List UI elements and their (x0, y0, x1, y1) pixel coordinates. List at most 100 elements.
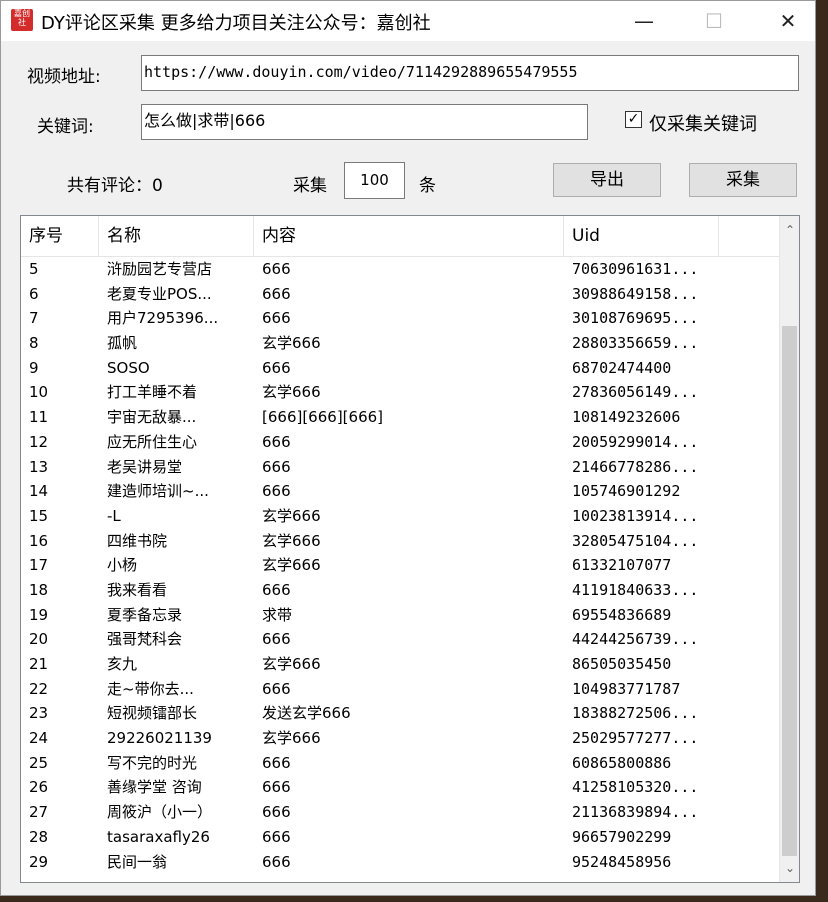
cell-name: 应无所住生心 (107, 432, 198, 451)
only-keyword-checkbox[interactable]: ✓ (625, 111, 642, 128)
cell-uid: 41258105320... (572, 778, 699, 797)
table-row[interactable]: 11 宇宙无敌暴... [666][666][666] 108149232606 (21, 405, 779, 430)
cell-name: -L (107, 506, 121, 525)
cell-name: 亥九 (107, 655, 138, 673)
cell-content: 玄学666 (262, 556, 321, 575)
cell-content: 666 (262, 580, 291, 599)
cell-uid: 96657902299 (572, 827, 672, 846)
cell-name: 浒励园艺专营店 (107, 260, 213, 278)
table-row[interactable]: 12 应无所住生心 666 20059299014... (21, 430, 779, 455)
scroll-down-icon[interactable]: ⌄ (780, 858, 799, 878)
scroll-thumb[interactable] (782, 326, 797, 856)
minimize-button[interactable]: — (621, 1, 667, 41)
table-row[interactable]: 16 四维书院 玄学666 32805475104... (21, 529, 779, 554)
collect-button[interactable]: 采集 (689, 163, 797, 197)
close-button[interactable]: ✕ (765, 1, 811, 41)
cell-name: 老吴讲易堂 (107, 457, 183, 476)
table-row[interactable]: 14 建造师培训~... 666 105746901292 (21, 479, 779, 504)
table-row[interactable]: 13 老吴讲易堂 666 21466778286... (21, 455, 779, 480)
table-row[interactable]: 5 浒励园艺专营店 666 70630961631... (21, 257, 779, 282)
cell-name: 走~带你去... (107, 679, 194, 698)
table-row[interactable]: 17 小杨 玄学666 61332107077 (21, 553, 779, 578)
cell-name: 小杨 (107, 556, 138, 575)
table-row[interactable]: 26 善缘学堂 咨询 666 41258105320... (21, 775, 779, 800)
cell-index: 17 (29, 556, 49, 575)
cell-name: 写不完的时光 (107, 753, 198, 772)
cell-index: 29 (29, 852, 49, 871)
cell-index: 24 (29, 729, 49, 748)
comments-table[interactable]: 序号 名称 内容 Uid 5 浒励园艺专营店 666 70630961631... 6 老… (20, 215, 800, 883)
title-bar[interactable]: 嘉创社 DY评论区采集 更多给力项目关注公众号：嘉创社 — ☐ ✕ (1, 1, 815, 41)
scroll-up-icon[interactable]: ⌃ (780, 220, 799, 240)
maximize-button[interactable]: ☐ (691, 1, 737, 41)
table-row[interactable]: 22 走~带你去... 666 104983771787 (21, 677, 779, 702)
table-row[interactable]: 8 孤帆 玄学666 28803356659... (21, 331, 779, 356)
video-url-input[interactable]: https://www.douyin.com/video/71142928896… (141, 55, 799, 91)
column-header-content[interactable]: 内容 (254, 216, 564, 256)
cell-index: 23 (29, 704, 49, 723)
cell-name: 宇宙无敌暴... (107, 408, 197, 427)
cell-content: 发送玄学666 (262, 704, 351, 723)
table-row[interactable]: 20 强哥梵科会 666 44244256739... (21, 627, 779, 652)
table-row[interactable]: 6 老夏专业POS... 666 30988649158... (21, 282, 779, 307)
export-button[interactable]: 导出 (553, 163, 661, 197)
total-comments-label: 共有评论：0 (67, 176, 163, 196)
cell-index: 25 (29, 753, 49, 772)
table-row[interactable]: 10 打工羊睡不着 玄学666 27836056149... (21, 380, 779, 405)
column-header-uid[interactable]: Uid (564, 216, 719, 256)
cell-index: 7 (29, 309, 39, 328)
cell-name: 夏季备忘录 (107, 605, 183, 624)
cell-content: 666 (262, 432, 291, 451)
cell-content: 666 (262, 827, 291, 846)
table-row[interactable]: 19 夏季备忘录 求带 69554836689 (21, 603, 779, 628)
cell-uid: 69554836689 (572, 605, 672, 624)
cell-name: 打工羊睡不着 (107, 383, 198, 402)
table-row[interactable]: 23 短视频镭部长 发送玄学666 18388272506... (21, 701, 779, 726)
cell-content: 玄学666 (262, 383, 321, 402)
window-title: DY评论区采集 更多给力项目关注公众号：嘉创社 (41, 13, 431, 34)
cell-index: 14 (29, 482, 49, 501)
cell-uid: 61332107077 (572, 556, 672, 575)
collect-count-input[interactable]: 100 (344, 162, 405, 199)
cell-name: 强哥梵科会 (107, 630, 183, 649)
only-keyword-label: 仅采集关键词 (649, 114, 757, 135)
cell-content: 666 (262, 284, 291, 303)
table-row[interactable]: 7 用户7295396... 666 30108769695... (21, 306, 779, 331)
cell-index: 26 (29, 778, 49, 797)
table-row[interactable]: 21 亥九 玄学666 86505035450 (21, 652, 779, 677)
cell-name: 用户7295396... (107, 309, 219, 328)
collect-suffix-label: 条 (419, 176, 436, 196)
cell-uid: 32805475104... (572, 531, 699, 550)
keyword-input[interactable]: 怎么做|求带|666 (141, 104, 588, 140)
cell-index: 11 (29, 408, 49, 427)
cell-index: 6 (29, 284, 39, 303)
cell-uid: 104983771787 (572, 679, 681, 698)
table-row[interactable]: 9 SOSO 666 68702474400 (21, 356, 779, 381)
cell-content: 666 (262, 457, 291, 476)
cell-uid: 60865800886 (572, 753, 672, 772)
table-row[interactable]: 18 我来看看 666 41191840633... (21, 578, 779, 603)
cell-name: 周筱沪（小一） (107, 803, 213, 822)
cell-content: 666 (262, 482, 291, 501)
cell-name: 短视频镭部长 (107, 704, 198, 723)
cell-index: 10 (29, 383, 49, 402)
cell-uid: 30988649158... (572, 284, 699, 303)
vertical-scrollbar[interactable]: ⌃ ⌄ (779, 216, 799, 882)
table-row[interactable]: 27 周筱沪（小一） 666 21136839894... (21, 800, 779, 825)
cell-uid: 18388272506... (572, 704, 699, 723)
table-body: 5 浒励园艺专营店 666 70630961631... 6 老夏专业POS... 666 3… (21, 257, 779, 874)
cell-uid: 25029577277... (572, 729, 699, 748)
table-row[interactable]: 15 -L 玄学666 10023813914... (21, 504, 779, 529)
table-row[interactable]: 25 写不完的时光 666 60865800886 (21, 751, 779, 776)
table-row[interactable]: 29 民间一翁 666 95248458956 (21, 850, 779, 875)
cell-content: 666 (262, 309, 291, 328)
cell-index: 12 (29, 432, 49, 451)
cell-content: 666 (262, 630, 291, 649)
cell-uid: 68702474400 (572, 358, 672, 377)
table-row[interactable]: 28 tasaraxafly26 666 96657902299 (21, 825, 779, 850)
column-header-index[interactable]: 序号 (21, 216, 99, 256)
cell-uid: 108149232606 (572, 408, 681, 427)
cell-uid: 30108769695... (572, 309, 699, 328)
column-header-name[interactable]: 名称 (99, 216, 254, 256)
table-row[interactable]: 24 29226021139 玄学666 25029577277... (21, 726, 779, 751)
